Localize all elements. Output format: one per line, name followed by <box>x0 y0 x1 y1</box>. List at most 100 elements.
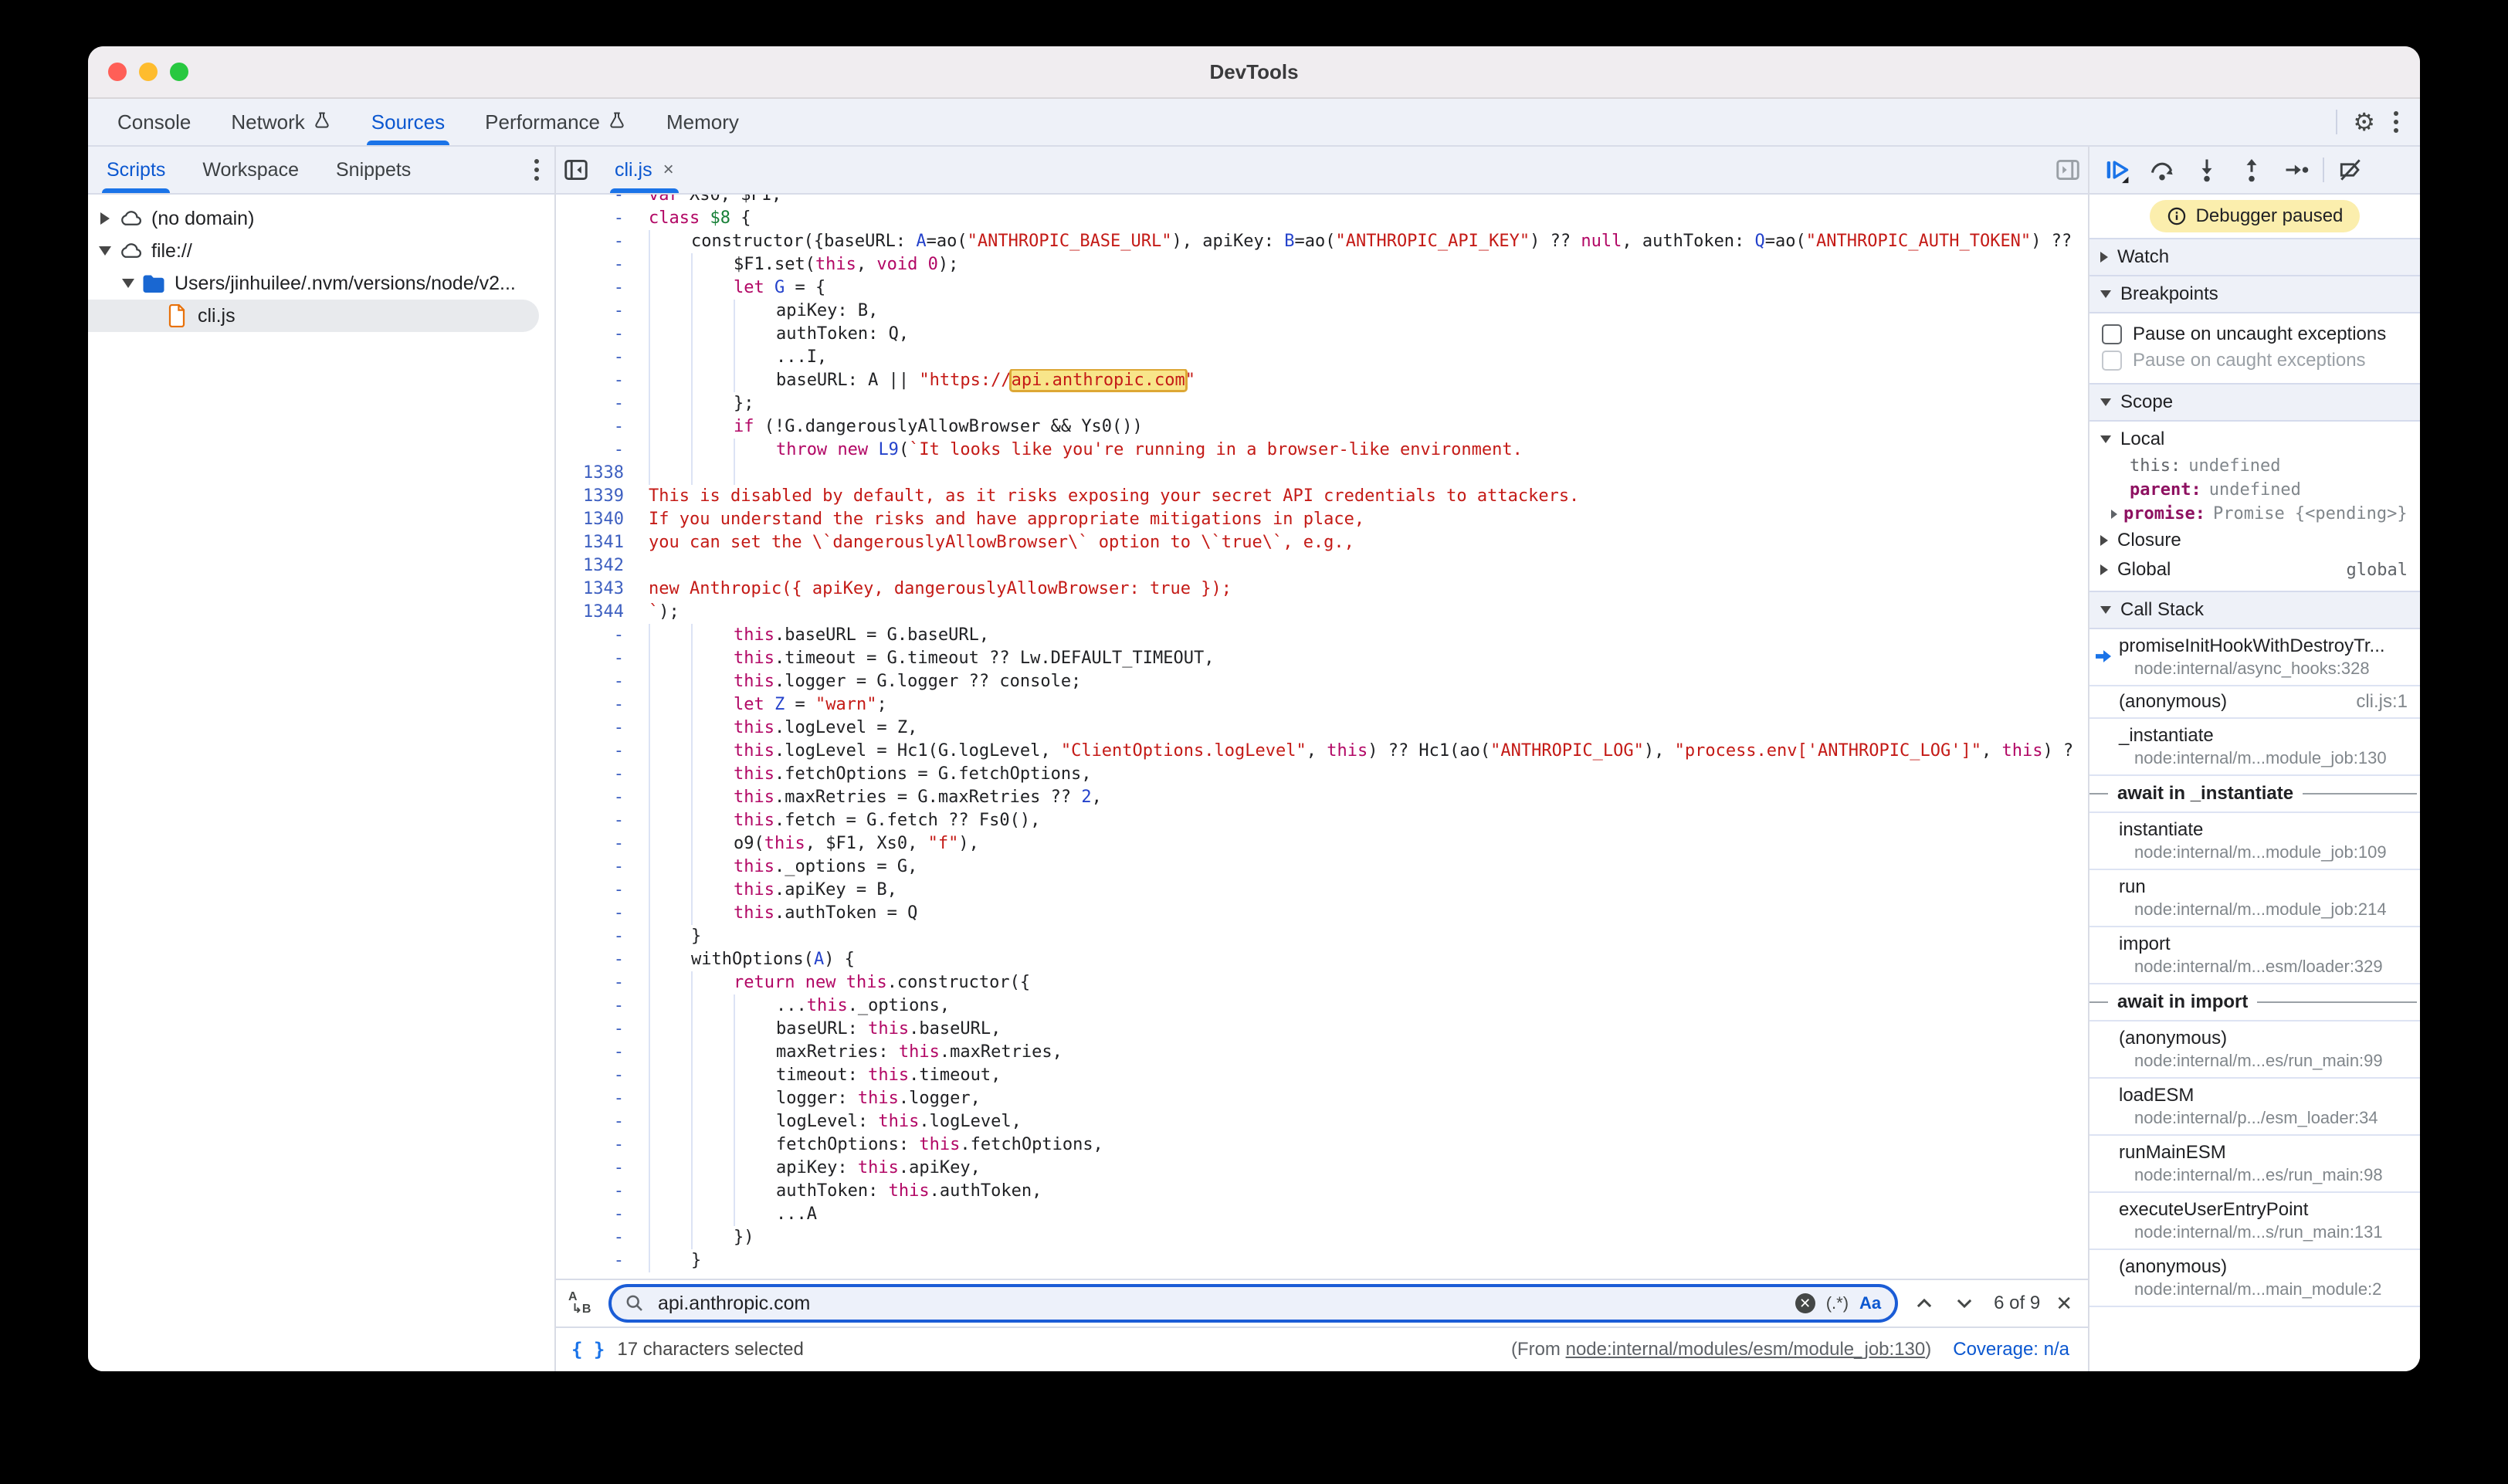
more-options-icon[interactable] <box>2391 108 2401 136</box>
tab-network[interactable]: Network <box>211 99 351 145</box>
stack-frame-loadesm[interactable]: loadESMnode:internal/p.../esm_loader:34 <box>2089 1079 2420 1136</box>
stack-frame-runmainesm[interactable]: runMainESMnode:internal/m...es/run_main:… <box>2089 1136 2420 1193</box>
line-gutter[interactable]: - <box>556 392 633 415</box>
line-gutter[interactable]: - <box>556 624 633 647</box>
settings-gear-icon[interactable]: ⚙ <box>2353 110 2375 134</box>
line-gutter[interactable]: - <box>556 740 633 763</box>
line-gutter[interactable]: - <box>556 439 633 462</box>
tab-console[interactable]: Console <box>97 99 211 145</box>
line-gutter[interactable]: 1344 <box>556 601 633 624</box>
line-gutter[interactable]: - <box>556 717 633 740</box>
stack-frame-executeuserentrypoint[interactable]: executeUserEntryPointnode:internal/m...s… <box>2089 1193 2420 1250</box>
pause-caught-row[interactable]: Pause on caught exceptions <box>2089 347 2420 374</box>
line-gutter[interactable]: - <box>556 230 633 253</box>
match-case-toggle[interactable]: Aa <box>1859 1293 1881 1313</box>
tree-item-cli-js[interactable]: cli.js <box>88 300 539 332</box>
line-gutter[interactable]: - <box>556 693 633 717</box>
line-gutter[interactable]: - <box>556 856 633 879</box>
caret-right-icon[interactable] <box>97 212 113 225</box>
line-gutter[interactable]: - <box>556 300 633 323</box>
module-job-link[interactable]: node:internal/modules/esm/module_job:130 <box>1566 1339 1926 1360</box>
caret-down-icon[interactable] <box>120 279 136 288</box>
line-gutter[interactable]: - <box>556 647 633 670</box>
line-gutter[interactable]: - <box>556 1249 633 1272</box>
hide-navigator-icon[interactable] <box>556 147 596 193</box>
source-editor[interactable]: -var Xs0, $F1;-class $8 {- constructor({… <box>556 195 2088 1279</box>
regex-toggle[interactable]: (.*) <box>1826 1293 1849 1313</box>
line-gutter[interactable]: - <box>556 1018 633 1041</box>
line-gutter[interactable]: 1341 <box>556 531 633 554</box>
line-gutter[interactable]: - <box>556 994 633 1018</box>
scope-group-closure[interactable]: Closure <box>2089 526 2420 555</box>
search-field[interactable]: ✕ (.*) Aa <box>608 1284 1898 1323</box>
line-gutter[interactable]: - <box>556 415 633 439</box>
line-gutter[interactable]: 1340 <box>556 508 633 531</box>
pause-caught-checkbox[interactable] <box>2102 351 2122 371</box>
scope-group-local[interactable]: Local <box>2089 425 2420 454</box>
line-gutter[interactable]: - <box>556 902 633 925</box>
stack-frame--anonymous-[interactable]: (anonymous)node:internal/m...es/run_main… <box>2089 1022 2420 1079</box>
line-gutter[interactable]: - <box>556 1041 633 1064</box>
coverage-link[interactable]: Coverage: n/a <box>1953 1339 2069 1360</box>
line-gutter[interactable]: - <box>556 1064 633 1087</box>
resume-script-icon[interactable] <box>2099 153 2136 187</box>
caret-down-icon[interactable] <box>97 246 113 256</box>
step-over-icon[interactable] <box>2144 153 2181 187</box>
navigator-tab-scripts[interactable]: Scripts <box>88 147 184 193</box>
line-gutter[interactable]: - <box>556 1087 633 1110</box>
replace-toggle-icon[interactable]: A ↳B <box>568 1291 596 1316</box>
line-gutter[interactable]: - <box>556 346 633 369</box>
line-gutter[interactable]: - <box>556 207 633 230</box>
step-out-icon[interactable] <box>2233 153 2270 187</box>
line-gutter[interactable]: - <box>556 1226 633 1249</box>
pretty-print-icon[interactable]: { } <box>571 1339 605 1360</box>
editor-tab-cli-js[interactable]: cli.js × <box>596 147 693 193</box>
navigator-more-icon[interactable] <box>531 147 554 193</box>
step-into-icon[interactable] <box>2188 153 2225 187</box>
stack-frame-promiseinithookwithdestroytr-[interactable]: promiseInitHookWithDestroyTr...node:inte… <box>2089 629 2420 686</box>
stack-frame--anonymous-[interactable]: (anonymous)cli.js:1 <box>2089 686 2420 719</box>
stack-frame-run[interactable]: runnode:internal/m...module_job:214 <box>2089 870 2420 927</box>
deactivate-breakpoints-icon[interactable] <box>2332 153 2369 187</box>
line-gutter[interactable]: - <box>556 832 633 856</box>
hide-debugger-panel-icon[interactable] <box>2048 147 2088 193</box>
stack-frame-import[interactable]: importnode:internal/m...esm/loader:329 <box>2089 927 2420 984</box>
clear-search-icon[interactable]: ✕ <box>1795 1293 1815 1313</box>
line-gutter[interactable]: - <box>556 195 633 207</box>
stack-frame-instantiate[interactable]: instantiatenode:internal/m...module_job:… <box>2089 813 2420 870</box>
tab-memory[interactable]: Memory <box>646 99 759 145</box>
line-gutter[interactable]: - <box>556 879 633 902</box>
tab-performance[interactable]: Performance <box>465 99 646 145</box>
breakpoints-section-header[interactable]: Breakpoints <box>2089 276 2420 313</box>
tree-item--no-domain-[interactable]: (no domain) <box>88 202 554 235</box>
line-gutter[interactable]: 1338 <box>556 462 633 485</box>
search-input[interactable] <box>655 1291 1784 1316</box>
close-tab-icon[interactable]: × <box>663 159 674 181</box>
line-gutter[interactable]: - <box>556 253 633 276</box>
navigator-tab-workspace[interactable]: Workspace <box>184 147 317 193</box>
tree-item-users-jinhuilee-nvm-versions-node-v2-[interactable]: Users/jinhuilee/.nvm/versions/node/v2... <box>88 267 554 300</box>
tab-sources[interactable]: Sources <box>351 99 465 145</box>
minimize-window-button[interactable] <box>139 63 158 81</box>
line-gutter[interactable]: - <box>556 948 633 971</box>
line-gutter[interactable]: - <box>556 1180 633 1203</box>
scope-section-header[interactable]: Scope <box>2089 383 2420 422</box>
step-icon[interactable] <box>2278 153 2315 187</box>
tree-item-file-[interactable]: file:// <box>88 235 554 267</box>
close-search-icon[interactable]: ✕ <box>2056 1292 2072 1316</box>
scope-prop-promise[interactable]: promise:Promise {<pending>} <box>2089 502 2420 526</box>
stack-frame--anonymous-[interactable]: (anonymous)node:internal/m...main_module… <box>2089 1250 2420 1307</box>
line-gutter[interactable]: - <box>556 1110 633 1133</box>
line-gutter[interactable]: - <box>556 670 633 693</box>
call-stack-section-header[interactable]: Call Stack <box>2089 591 2420 629</box>
navigator-tab-snippets[interactable]: Snippets <box>317 147 429 193</box>
line-gutter[interactable]: - <box>556 323 633 346</box>
line-gutter[interactable]: - <box>556 276 633 300</box>
line-gutter[interactable]: - <box>556 786 633 809</box>
line-gutter[interactable]: - <box>556 925 633 948</box>
close-window-button[interactable] <box>108 63 127 81</box>
previous-result-icon[interactable] <box>1910 1289 1938 1317</box>
next-result-icon[interactable] <box>1950 1289 1978 1317</box>
line-gutter[interactable]: - <box>556 1203 633 1226</box>
line-gutter[interactable]: 1339 <box>556 485 633 508</box>
